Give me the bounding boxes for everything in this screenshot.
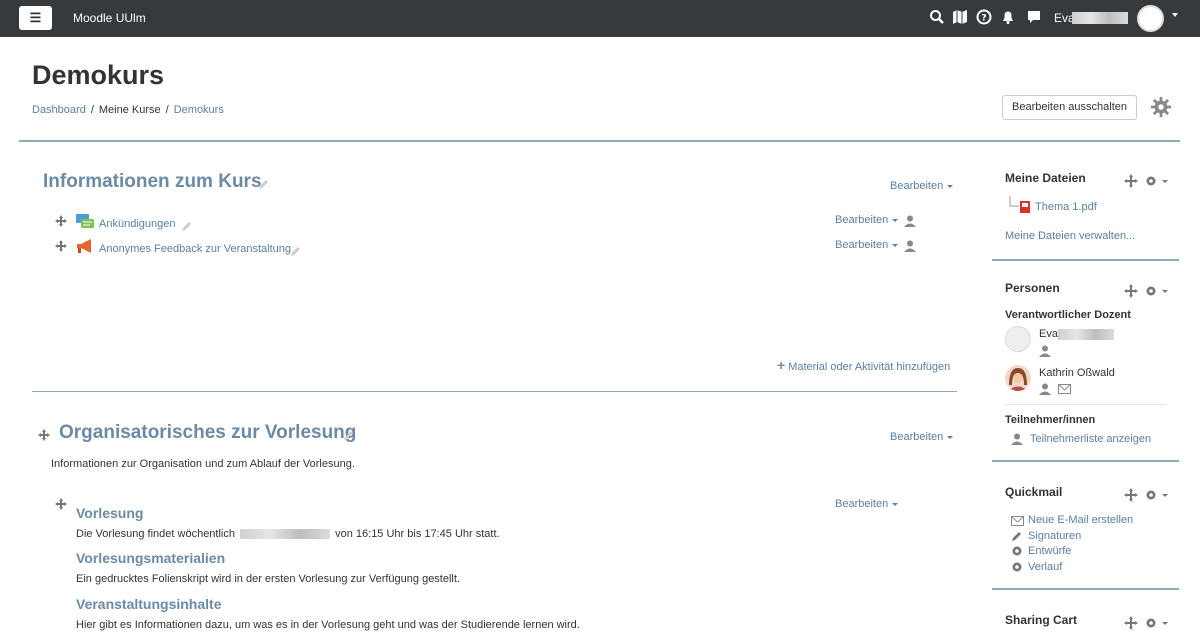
label-text-inhalte: Hier gibt es Informationen dazu, um was …: [76, 619, 580, 631]
breadcrumb: Dashboard / Meine Kurse / Demokurs: [32, 104, 224, 116]
block-controls[interactable]: [1124, 174, 1168, 188]
page-title: Demokurs: [32, 60, 165, 90]
person-name-kathrin[interactable]: Kathrin Oßwald: [1039, 367, 1115, 379]
bell-icon[interactable]: [1000, 9, 1016, 25]
block-title-meine-dateien: Meine Dateien: [1005, 171, 1086, 185]
breadcrumb-meine-kurse[interactable]: Meine Kurse: [99, 104, 161, 116]
divider: [1005, 404, 1165, 405]
person-name-eva[interactable]: Eva: [1039, 328, 1058, 340]
map-icon[interactable]: [952, 9, 968, 25]
redacted-text: [240, 529, 331, 540]
redacted-name: [1058, 329, 1114, 340]
quickmail-history[interactable]: Verlauf: [1028, 561, 1062, 573]
pencil-icon: [1012, 532, 1021, 541]
quickmail-drafts[interactable]: Entwürfe: [1028, 545, 1071, 557]
edit-title-pencil-icon[interactable]: [343, 429, 355, 441]
avatar-photo[interactable]: [1005, 365, 1031, 391]
participants-icon: [1011, 433, 1023, 445]
svg-text:?: ?: [981, 14, 986, 24]
file-link-thema1[interactable]: Thema 1.pdf: [1035, 201, 1097, 213]
label-text-materialien: Ein gedrucktes Folienskript wird in der …: [76, 573, 460, 585]
section1-edit-menu[interactable]: Bearbeiten: [890, 180, 953, 192]
section-title-organisatorisches[interactable]: Organisatorisches zur Vorlesung: [59, 422, 356, 444]
menu-toggle-button[interactable]: ☰: [19, 6, 52, 30]
block-title-personen: Personen: [1005, 281, 1060, 295]
section-title-informationen[interactable]: Informationen zum Kurs: [43, 171, 262, 193]
profile-icon[interactable]: [1039, 345, 1051, 357]
course-settings-gear-icon[interactable]: [1150, 96, 1172, 118]
label-edit-menu[interactable]: Bearbeiten: [835, 498, 898, 510]
quickmail-signatures[interactable]: Signaturen: [1028, 530, 1081, 542]
move-icon[interactable]: [55, 240, 67, 252]
mail-icon[interactable]: [1058, 383, 1071, 395]
move-section-icon[interactable]: [38, 429, 50, 441]
site-name-link[interactable]: Moodle UUlm: [73, 11, 146, 25]
tree-line-icon: [1009, 196, 1019, 207]
activity-edit-menu[interactable]: Bearbeiten: [835, 214, 898, 226]
feedback-megaphone-icon: [77, 239, 91, 253]
label-heading-inhalte: Veranstaltungsinhalte: [76, 596, 222, 612]
block-controls[interactable]: [1124, 488, 1168, 502]
edit-title-pencil-icon[interactable]: [181, 220, 193, 232]
group-mode-icon[interactable]: [904, 215, 916, 227]
forum-icon: [76, 214, 94, 228]
avatar-default[interactable]: [1005, 326, 1031, 352]
search-icon[interactable]: [929, 9, 945, 25]
pdf-icon: [1020, 201, 1030, 213]
move-icon[interactable]: [55, 498, 67, 510]
edit-title-pencil-icon[interactable]: [258, 178, 270, 190]
section-divider: [32, 391, 957, 392]
participants-heading: Teilnehmer/innen: [1005, 414, 1096, 426]
block-controls[interactable]: [1124, 284, 1168, 298]
redacted-name: [1072, 12, 1128, 24]
role-heading: Verantwortlicher Dozent: [1005, 309, 1131, 321]
breadcrumb-dashboard[interactable]: Dashboard: [32, 104, 86, 116]
participants-list-link[interactable]: Teilnehmerliste anzeigen: [1030, 433, 1151, 445]
top-navbar: ☰ Moodle UUlm ? Eva: [0, 0, 1200, 37]
add-activity-link[interactable]: + Material oder Aktivität hinzufügen: [777, 357, 950, 373]
edit-title-pencil-icon[interactable]: [290, 245, 302, 257]
user-avatar[interactable]: [1137, 5, 1164, 32]
label-heading-vorlesung: Vorlesung: [76, 505, 144, 521]
mail-icon: [1011, 516, 1024, 526]
activity-link-feedback[interactable]: Anonymes Feedback zur Veranstaltung: [99, 243, 291, 255]
hamburger-icon: ☰: [29, 10, 42, 25]
gear-icon: [1012, 562, 1022, 572]
user-menu-caret-icon[interactable]: [1172, 13, 1178, 17]
move-icon[interactable]: [55, 215, 67, 227]
chat-icon[interactable]: [1026, 9, 1042, 25]
activity-link-ankuendigungen[interactable]: Ankündigungen: [99, 218, 175, 230]
header-divider: [19, 140, 1180, 142]
gear-icon: [1012, 546, 1022, 556]
profile-icon[interactable]: [1039, 383, 1051, 395]
activity-edit-menu[interactable]: Bearbeiten: [835, 239, 898, 251]
toggle-editing-button[interactable]: Bearbeiten ausschalten: [1002, 95, 1137, 120]
block-divider: [992, 259, 1179, 261]
help-icon[interactable]: ?: [976, 9, 992, 25]
group-mode-icon[interactable]: [904, 240, 916, 252]
block-divider: [992, 588, 1179, 590]
block-title-quickmail: Quickmail: [1005, 485, 1063, 499]
block-divider: [992, 460, 1179, 462]
label-text-vorlesung: Die Vorlesung findet wöchentlich von 16:…: [76, 528, 500, 540]
block-title-sharing-cart: Sharing Cart: [1005, 613, 1078, 627]
block-controls[interactable]: [1124, 616, 1168, 630]
label-heading-materialien: Vorlesungsmaterialien: [76, 550, 226, 566]
breadcrumb-demokurs[interactable]: Demokurs: [174, 104, 224, 116]
quickmail-new-email[interactable]: Neue E-Mail erstellen: [1028, 514, 1133, 526]
section2-edit-menu[interactable]: Bearbeiten: [890, 431, 953, 443]
section-summary: Informationen zur Organisation und zum A…: [51, 458, 355, 470]
plus-icon: +: [777, 357, 786, 373]
manage-files-link[interactable]: Meine Dateien verwalten...: [1005, 230, 1135, 242]
